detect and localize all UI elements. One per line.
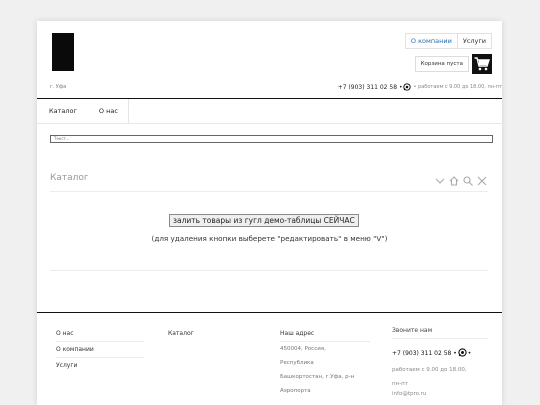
footer-phone-separator: • — [467, 350, 472, 357]
menu-item-about[interactable]: О нас — [87, 99, 129, 123]
whatsapp-icon[interactable] — [458, 348, 467, 359]
footer-divider — [37, 312, 502, 313]
home-icon[interactable] — [448, 172, 460, 186]
header-hours: • работаем с 9.00 до 18.00, пн-пт — [413, 84, 502, 90]
search-input[interactable] — [50, 135, 493, 143]
top-nav: О компании Услуги — [404, 33, 492, 49]
footer-phone-row: +7 (903) 311 02 58 • • — [392, 348, 488, 359]
content-divider — [50, 270, 488, 271]
footer-hours-line: работаем с 9.00 до 18.00, — [392, 367, 467, 373]
footer-link-company[interactable]: О компании — [56, 342, 144, 358]
footer-call-title: Звоните нам — [392, 326, 488, 339]
section-tools — [432, 172, 488, 186]
footer-hours-line: пн-пт — [392, 381, 408, 387]
search-icon[interactable] — [462, 172, 474, 186]
menu-item-catalog[interactable]: Каталог — [37, 99, 87, 123]
header-phone[interactable]: +7 (903) 311 02 58 • — [338, 84, 403, 91]
section-title: Каталог — [50, 173, 89, 183]
main-menu: Каталог О нас — [37, 99, 129, 123]
address-line: 450004, Россия, — [280, 346, 326, 352]
footer-col-pages: О нас О компании Услуги — [56, 326, 144, 373]
address-line: Аэропорта — [280, 388, 311, 394]
section-divider — [50, 191, 488, 192]
city-label: г. Уфа — [50, 84, 67, 90]
logo[interactable] — [52, 33, 74, 71]
header-contact: +7 (903) 311 02 58 • • работаем с 9.00 д… — [338, 83, 502, 91]
menu-divider — [37, 123, 502, 124]
address-line: Башкортостан, г.Уфа, р-н — [280, 374, 355, 380]
address-line: Республика — [280, 360, 314, 366]
whatsapp-icon[interactable] — [403, 83, 412, 91]
footer-hours: работаем с 9.00 до 18.00, пн-пт — [392, 363, 488, 391]
cart-icon[interactable] — [472, 54, 492, 74]
close-icon[interactable] — [476, 172, 488, 186]
page-container: г. Уфа О компании Услуги Корзина пуста +… — [37, 21, 502, 405]
footer-col-catalog: Каталог — [168, 326, 256, 341]
footer-link-catalog[interactable]: Каталог — [168, 326, 256, 341]
cart-status-label[interactable]: Корзина пуста — [414, 56, 469, 72]
cart-widget[interactable]: Корзина пуста — [414, 54, 492, 74]
top-nav-about-company[interactable]: О компании — [406, 34, 457, 48]
footer-link-about[interactable]: О нас — [56, 326, 144, 342]
footer-link-services[interactable]: Услуги — [56, 358, 144, 373]
footer-email[interactable]: info@tpro.ru — [392, 391, 488, 397]
footer-col-address: Наш адрес 450004, Россия, Республика Баш… — [280, 326, 370, 398]
fill-from-google-sheet-button[interactable]: залить товары из гугл демо-таблицы СЕЙЧА… — [169, 214, 359, 227]
chevron-down-icon[interactable] — [434, 172, 446, 184]
footer-address: 450004, Россия, Республика Башкортостан,… — [280, 342, 370, 398]
remove-button-hint: (для удаления кнопки выберете "редактиро… — [151, 234, 388, 243]
footer-col-contacts: Звоните нам +7 (903) 311 02 58 • • работ… — [392, 326, 488, 397]
footer-phone[interactable]: +7 (903) 311 02 58 • — [392, 350, 457, 357]
top-nav-services[interactable]: Услуги — [456, 34, 491, 48]
footer-address-title: Наш адрес — [280, 326, 370, 342]
